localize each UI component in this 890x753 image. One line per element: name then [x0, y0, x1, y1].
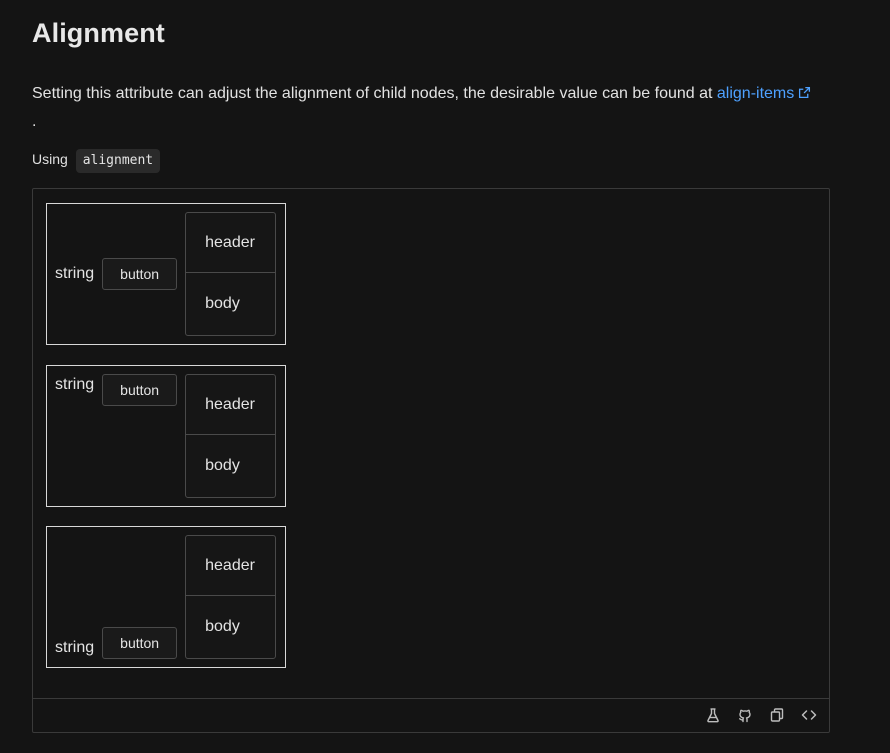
demo-card: header body: [185, 374, 277, 498]
card-body: body: [205, 618, 240, 635]
external-link-icon: [798, 81, 811, 108]
card-header: header: [186, 536, 276, 596]
card-header: header: [186, 213, 276, 273]
description: Setting this attribute can adjust the al…: [32, 80, 832, 135]
demo-button[interactable]: button: [102, 258, 178, 290]
demo-card: header body: [185, 535, 277, 659]
demo-toolbar: [33, 698, 829, 732]
flask-icon[interactable]: [705, 707, 721, 723]
demo-button[interactable]: button: [102, 627, 178, 659]
card-body: body: [205, 457, 240, 474]
toolbar-icons: [705, 707, 817, 723]
string-text: string: [55, 265, 95, 282]
align-items-link-label: align-items: [716, 85, 795, 102]
demo-button[interactable]: button: [102, 374, 178, 406]
demo-card: header body: [185, 212, 277, 336]
example-box-center: string button header body: [46, 203, 286, 345]
github-icon[interactable]: [737, 707, 753, 723]
example-box-end: string button header body: [46, 526, 286, 668]
card-header: header: [186, 375, 276, 435]
description-text: Setting this attribute can adjust the al…: [32, 85, 717, 102]
example-box-start: string button header body: [46, 365, 286, 507]
usage-label: Using: [32, 151, 68, 167]
page-title: Alignment: [32, 18, 165, 48]
string-text: string: [55, 639, 95, 656]
copy-icon[interactable]: [769, 707, 785, 723]
code-snippet: alignment: [75, 149, 161, 173]
card-body: body: [205, 295, 240, 312]
usage-line: Using alignment: [32, 148, 161, 173]
demo-container: string button header body string button …: [32, 188, 830, 733]
page: Alignment Setting this attribute can adj…: [0, 0, 890, 753]
description-suffix: .: [32, 113, 37, 130]
align-items-link[interactable]: align-items: [717, 85, 811, 102]
string-text: string: [55, 376, 95, 393]
code-icon[interactable]: [801, 707, 817, 723]
